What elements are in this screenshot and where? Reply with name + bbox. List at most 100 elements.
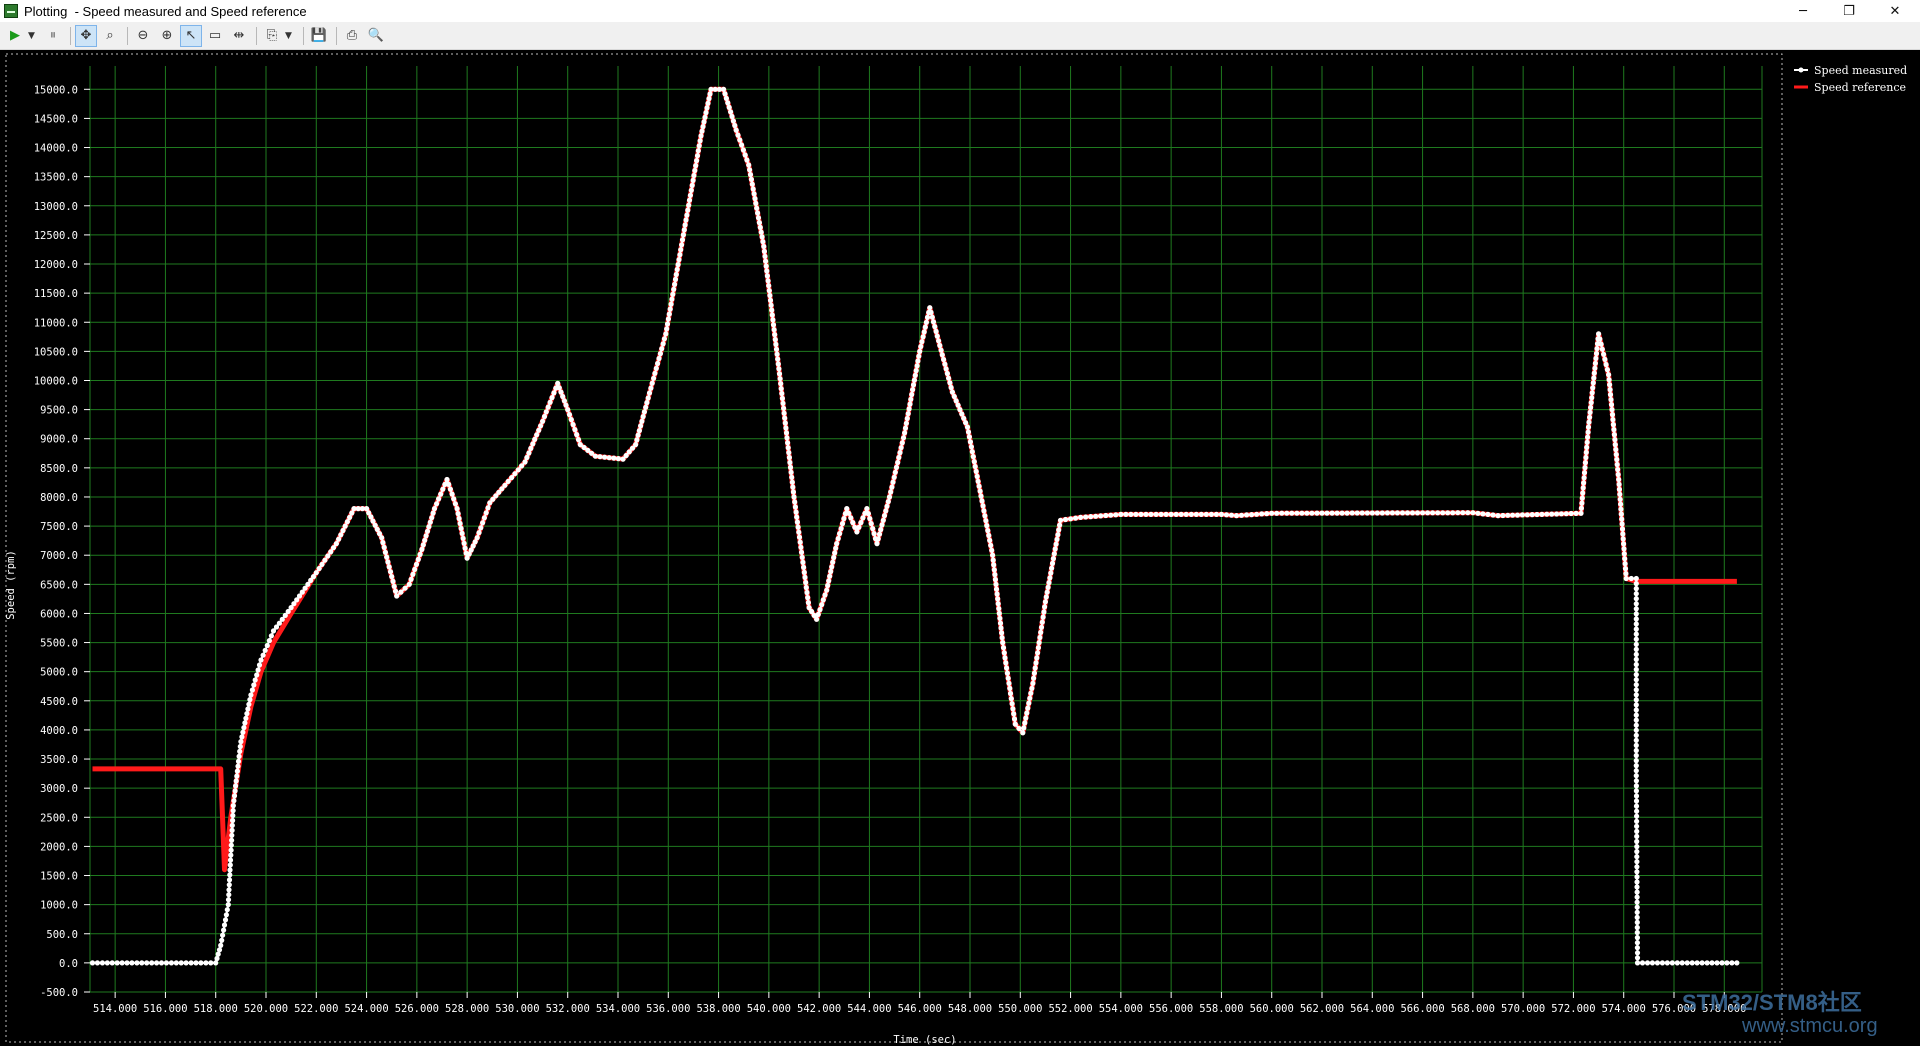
data-point-speed-measured — [1639, 960, 1646, 966]
data-point-speed-measured — [1000, 645, 1007, 651]
pause-icon[interactable]: ⏸ — [42, 25, 64, 47]
data-point-speed-measured — [1617, 491, 1623, 497]
data-point-speed-measured — [826, 578, 832, 584]
close-button[interactable]: ✕ — [1872, 0, 1918, 22]
data-point-speed-measured — [1044, 589, 1050, 595]
restore-button[interactable]: ❐ — [1826, 0, 1872, 22]
y-tick-label: 1500.0 — [40, 871, 78, 883]
y-tick-label: 0.0 — [59, 958, 78, 970]
data-point-speed-measured — [663, 331, 669, 337]
save-icon[interactable]: 💾 — [308, 25, 330, 47]
data-point-speed-measured — [814, 616, 820, 622]
data-point-speed-measured — [991, 567, 997, 573]
data-point-speed-measured — [740, 147, 747, 153]
data-point-speed-measured — [965, 429, 972, 435]
data-point-speed-measured — [681, 227, 687, 233]
x-tick-label: 556.000 — [1149, 1003, 1193, 1015]
y-tick-label: 6000.0 — [40, 608, 78, 620]
data-point-speed-measured — [1035, 645, 1041, 651]
data-point-speed-measured — [1586, 419, 1592, 425]
data-point-speed-measured — [1579, 500, 1585, 506]
data-point-speed-measured — [1633, 793, 1640, 799]
data-point-speed-measured — [928, 309, 934, 315]
data-point-speed-measured — [1304, 510, 1310, 516]
data-point-speed-measured — [848, 515, 854, 521]
copy-dropdown-icon[interactable]: ▼ — [285, 31, 295, 41]
data-point-speed-measured — [636, 428, 643, 434]
data-point-speed-measured — [1669, 960, 1675, 966]
data-point-speed-measured — [841, 516, 847, 522]
data-point-speed-measured — [1634, 844, 1640, 850]
data-point-speed-measured — [234, 773, 240, 779]
data-point-speed-measured — [1062, 516, 1069, 523]
data-point-speed-measured — [522, 459, 528, 465]
print-preview-icon[interactable]: 🔍 — [365, 25, 387, 47]
data-point-speed-measured — [1589, 395, 1595, 401]
print-icon[interactable]: ⎙ — [341, 25, 363, 47]
data-point-speed-measured — [1228, 512, 1235, 518]
data-point-speed-measured — [944, 370, 951, 377]
data-point-speed-measured — [1709, 960, 1715, 966]
data-point-speed-measured — [235, 763, 241, 769]
pan-icon[interactable]: ✥ — [75, 24, 97, 47]
plot-canvas[interactable]: -500.0 0.0 500.0 1000.0 1500.0 2000.0 2500.0 30… — [0, 50, 1920, 1046]
data-point-speed-measured — [933, 328, 939, 334]
minimize-button[interactable]: ─ — [1780, 0, 1826, 22]
selection-rect-icon[interactable]: ▭ — [204, 25, 226, 47]
data-point-speed-measured — [773, 346, 780, 352]
data-point-speed-measured — [408, 576, 414, 582]
data-point-speed-measured — [858, 520, 864, 526]
data-point-speed-measured — [911, 377, 918, 383]
y-tick-label: 2000.0 — [40, 841, 78, 853]
data-point-speed-measured — [670, 291, 676, 297]
x-tick-label: 532.000 — [546, 1003, 590, 1015]
data-point-speed-measured — [804, 589, 810, 596]
data-point-speed-measured — [907, 401, 913, 407]
data-point-speed-measured — [158, 960, 165, 966]
data-point-speed-measured — [827, 573, 833, 579]
data-point-speed-measured — [1009, 701, 1015, 707]
data-point-speed-measured — [228, 842, 234, 848]
data-point-speed-measured — [1539, 511, 1545, 517]
data-point-speed-measured — [1374, 510, 1380, 516]
data-point-speed-measured — [790, 484, 796, 490]
y-tick-label: 8500.0 — [40, 463, 78, 475]
y-tick-label: 5500.0 — [40, 638, 78, 650]
data-point-speed-measured — [1003, 660, 1009, 666]
data-point-speed-measured — [1598, 341, 1604, 347]
data-point-speed-measured — [723, 95, 730, 101]
data-point-speed-measured — [1592, 360, 1598, 366]
data-point-speed-measured — [773, 341, 779, 347]
zoom-out-icon[interactable]: ⊖ — [132, 25, 154, 47]
data-point-speed-measured — [214, 955, 220, 962]
data-point-speed-measured — [1143, 511, 1149, 517]
data-point-speed-measured — [825, 582, 831, 589]
select-icon[interactable]: ↖ — [180, 24, 202, 47]
data-point-speed-measured — [245, 706, 251, 712]
data-point-speed-measured — [1593, 355, 1599, 361]
data-point-speed-measured — [1519, 512, 1525, 518]
data-point-speed-measured — [1633, 692, 1639, 698]
data-point-speed-measured — [233, 778, 239, 784]
data-point-speed-measured — [1601, 351, 1607, 357]
data-point-speed-measured — [1618, 506, 1624, 512]
data-point-speed-measured — [1249, 512, 1255, 518]
data-point-speed-measured — [1633, 591, 1639, 597]
data-point-speed-measured — [700, 124, 706, 130]
data-point-speed-measured — [1612, 442, 1618, 448]
data-point-speed-measured — [227, 872, 233, 878]
zoom-box-icon[interactable]: ⌕ — [99, 25, 121, 47]
data-point-speed-measured — [1633, 783, 1639, 789]
speed-chart[interactable]: -500.0 0.0 500.0 1000.0 1500.0 2000.0 2500.0 30… — [0, 50, 1920, 1046]
data-point-speed-measured — [803, 579, 809, 586]
fit-icon[interactable]: ⇹ — [228, 25, 250, 47]
data-point-speed-measured — [402, 585, 408, 591]
data-point-speed-measured — [850, 520, 856, 526]
copy-icon[interactable]: ⎘ — [261, 25, 283, 47]
data-point-speed-measured — [1043, 594, 1049, 600]
play-icon[interactable]: ▶ — [4, 25, 26, 47]
data-point-speed-measured — [333, 541, 339, 547]
play-dropdown-icon[interactable]: ▼ — [28, 31, 38, 41]
zoom-in-icon[interactable]: ⊕ — [156, 25, 178, 47]
data-point-speed-measured — [1633, 742, 1639, 749]
